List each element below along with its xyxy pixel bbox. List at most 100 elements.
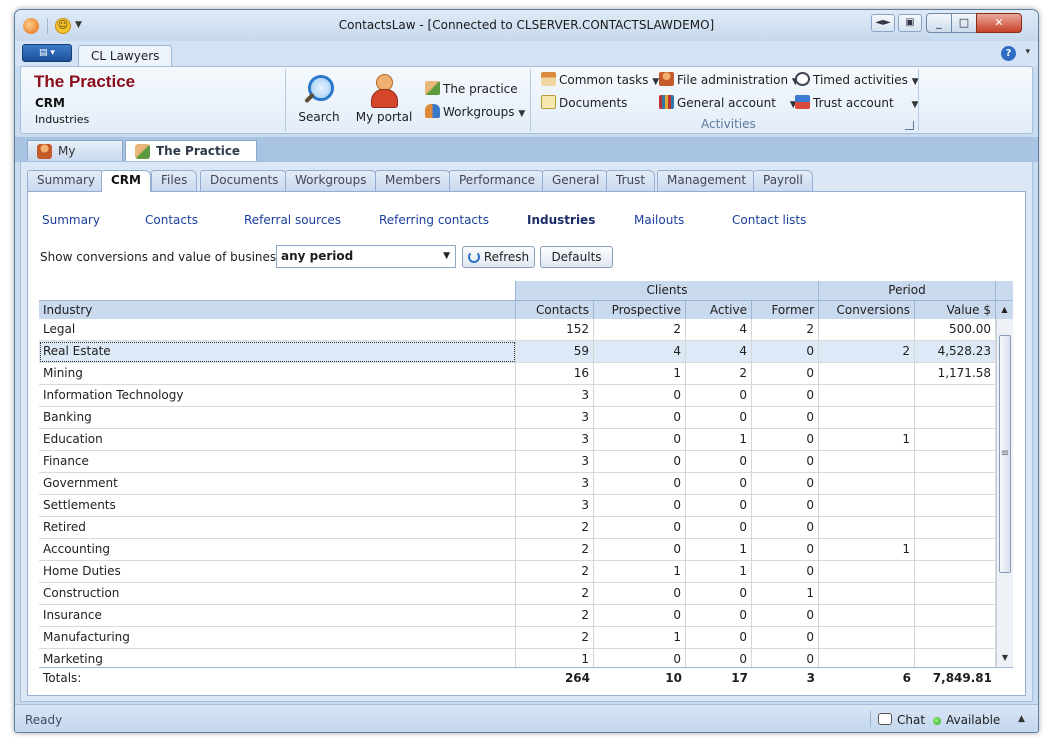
subnav-mailouts[interactable]: Mailouts (634, 213, 684, 227)
tab-summary[interactable]: Summary (27, 170, 105, 191)
table-row[interactable]: Government 3 0 0 0 (39, 473, 996, 495)
tab-performance[interactable]: Performance (449, 170, 546, 191)
cell-active: 1 (686, 539, 752, 561)
tab-workgroups[interactable]: Workgroups (285, 170, 377, 191)
cell-industry: Government (39, 473, 516, 495)
cell-contacts: 1 (516, 649, 594, 667)
subnav-contacts[interactable]: Contacts (145, 213, 198, 227)
col-header-conversions[interactable]: Conversions (819, 300, 915, 319)
subnav-summary[interactable]: Summary (42, 213, 100, 227)
workgroups-button[interactable]: Workgroups ▼ (425, 103, 525, 121)
file-administration-button[interactable]: File administration ▼ (659, 71, 799, 89)
the-practice-button[interactable]: The practice (425, 80, 518, 98)
subnav-referral-sources[interactable]: Referral sources (244, 213, 341, 227)
cell-former: 0 (752, 473, 819, 495)
dialog-launcher-icon[interactable] (905, 121, 914, 130)
help-icon[interactable]: ? (1001, 46, 1016, 61)
availability-status[interactable]: Available (946, 713, 1000, 727)
col-header-active[interactable]: Active (686, 300, 752, 319)
cell-conversions (819, 517, 915, 539)
col-header-prospective[interactable]: Prospective (594, 300, 686, 319)
chevron-down-icon: ▼ (518, 109, 526, 119)
subnav-industries[interactable]: Industries (527, 213, 595, 227)
table-row[interactable]: Mining 16 1 2 0 1,171.58 (39, 363, 996, 385)
scroll-down-icon[interactable]: ▼ (997, 653, 1013, 667)
vertical-scrollbar[interactable]: ≡ ▼ (996, 319, 1013, 667)
subnav-contact-lists[interactable]: Contact lists (732, 213, 806, 227)
table-row[interactable]: Information Technology 3 0 0 0 (39, 385, 996, 407)
cell-industry: Mining (39, 363, 516, 385)
tab-members[interactable]: Members (375, 170, 451, 191)
cell-prospective: 0 (594, 539, 686, 561)
tab-management[interactable]: Management (657, 170, 757, 191)
subnav-referring-contacts[interactable]: Referring contacts (379, 213, 489, 227)
table-row[interactable]: Manufacturing 2 1 0 0 (39, 627, 996, 649)
refresh-button[interactable]: Refresh (462, 246, 535, 268)
general-account-button[interactable]: General account ▼ (659, 94, 797, 112)
maximize-button[interactable]: □ (951, 13, 977, 33)
table-row[interactable]: Accounting 2 0 1 0 1 (39, 539, 996, 561)
tab-general[interactable]: General (542, 170, 610, 191)
help-dropdown-icon[interactable]: ▾ (1025, 47, 1030, 57)
cell-active: 0 (686, 649, 752, 667)
tab-files[interactable]: Files (151, 170, 198, 191)
chat-button[interactable]: Chat (897, 713, 925, 727)
chevron-up-icon[interactable]: ▲ (1018, 714, 1025, 724)
cell-value (915, 495, 996, 517)
col-header-value[interactable]: Value $ (915, 300, 996, 319)
doc-tab-the-practice[interactable]: The Practice✕ (125, 140, 257, 178)
minimize-button[interactable]: _ (926, 13, 952, 33)
col-header-contacts[interactable]: Contacts (516, 300, 594, 319)
application-menu-button[interactable]: ▤ ▾ (22, 44, 72, 62)
col-header-former[interactable]: Former (752, 300, 819, 319)
table-row[interactable]: Marketing 1 0 0 0 (39, 649, 996, 667)
close-window-button[interactable]: ✕ (976, 13, 1022, 33)
search-button[interactable]: Search (297, 73, 341, 124)
restore-layout-icon[interactable]: ◄► (871, 14, 895, 32)
totals-prospective: 10 (665, 671, 682, 685)
defaults-button[interactable]: Defaults (540, 246, 613, 268)
totals-label: Totals: (43, 671, 82, 685)
pin-icon[interactable]: ▣ (898, 14, 922, 32)
table-row[interactable]: Construction 2 0 0 1 (39, 583, 996, 605)
table-row[interactable]: Real Estate 59 4 4 0 2 4,528.23 (39, 341, 996, 363)
scroll-up-icon[interactable]: ▲ (996, 300, 1013, 319)
table-row[interactable]: Finance 3 0 0 0 (39, 451, 996, 473)
chat-icon[interactable] (878, 713, 892, 725)
table-row[interactable]: Settlements 3 0 0 0 (39, 495, 996, 517)
ribbon-tab-cl-lawyers[interactable]: CL Lawyers (78, 45, 173, 67)
cell-prospective: 0 (594, 583, 686, 605)
tab-crm[interactable]: CRM (101, 170, 151, 192)
cell-value: 1,171.58 (915, 363, 996, 385)
period-select[interactable]: any period ▼ (276, 245, 456, 268)
cell-active: 0 (686, 517, 752, 539)
table-row[interactable]: Home Duties 2 1 1 0 (39, 561, 996, 583)
cell-value: 4,528.23 (915, 341, 996, 363)
documents-button[interactable]: Documents ▼ (541, 94, 666, 112)
cell-contacts: 2 (516, 517, 594, 539)
doc-tab-my-portal[interactable]: My portal (27, 140, 123, 178)
scrollbar-thumb[interactable]: ≡ (999, 335, 1011, 573)
band-filler (996, 281, 1013, 300)
cell-contacts: 3 (516, 429, 594, 451)
cell-conversions (819, 649, 915, 667)
trust-account-button[interactable]: Trust account ▼ (795, 94, 918, 112)
table-row[interactable]: Legal 152 2 4 2 500.00 (39, 319, 996, 341)
tab-documents[interactable]: Documents (200, 170, 289, 191)
cell-industry: Accounting (39, 539, 516, 561)
table-row[interactable]: Banking 3 0 0 0 (39, 407, 996, 429)
table-row[interactable]: Education 3 0 1 0 1 (39, 429, 996, 451)
table-row[interactable]: Insurance 2 0 0 0 (39, 605, 996, 627)
totals-row: Totals: 264 10 17 3 6 7,849.81 (39, 668, 1013, 689)
table-row[interactable]: Retired 2 0 0 0 (39, 517, 996, 539)
col-header-industry[interactable]: Industry (39, 300, 516, 319)
cell-industry: Marketing (39, 649, 516, 667)
the-practice-label: The practice (443, 82, 518, 96)
common-tasks-button[interactable]: Common tasks ▼ (541, 71, 659, 89)
tab-trust[interactable]: Trust (606, 170, 656, 191)
my-portal-button[interactable]: My portal (353, 73, 415, 124)
tab-payroll[interactable]: Payroll (753, 170, 813, 191)
cell-industry: Construction (39, 583, 516, 605)
person-icon (659, 72, 674, 86)
timed-activities-button[interactable]: Timed activities ▼ (795, 71, 919, 89)
